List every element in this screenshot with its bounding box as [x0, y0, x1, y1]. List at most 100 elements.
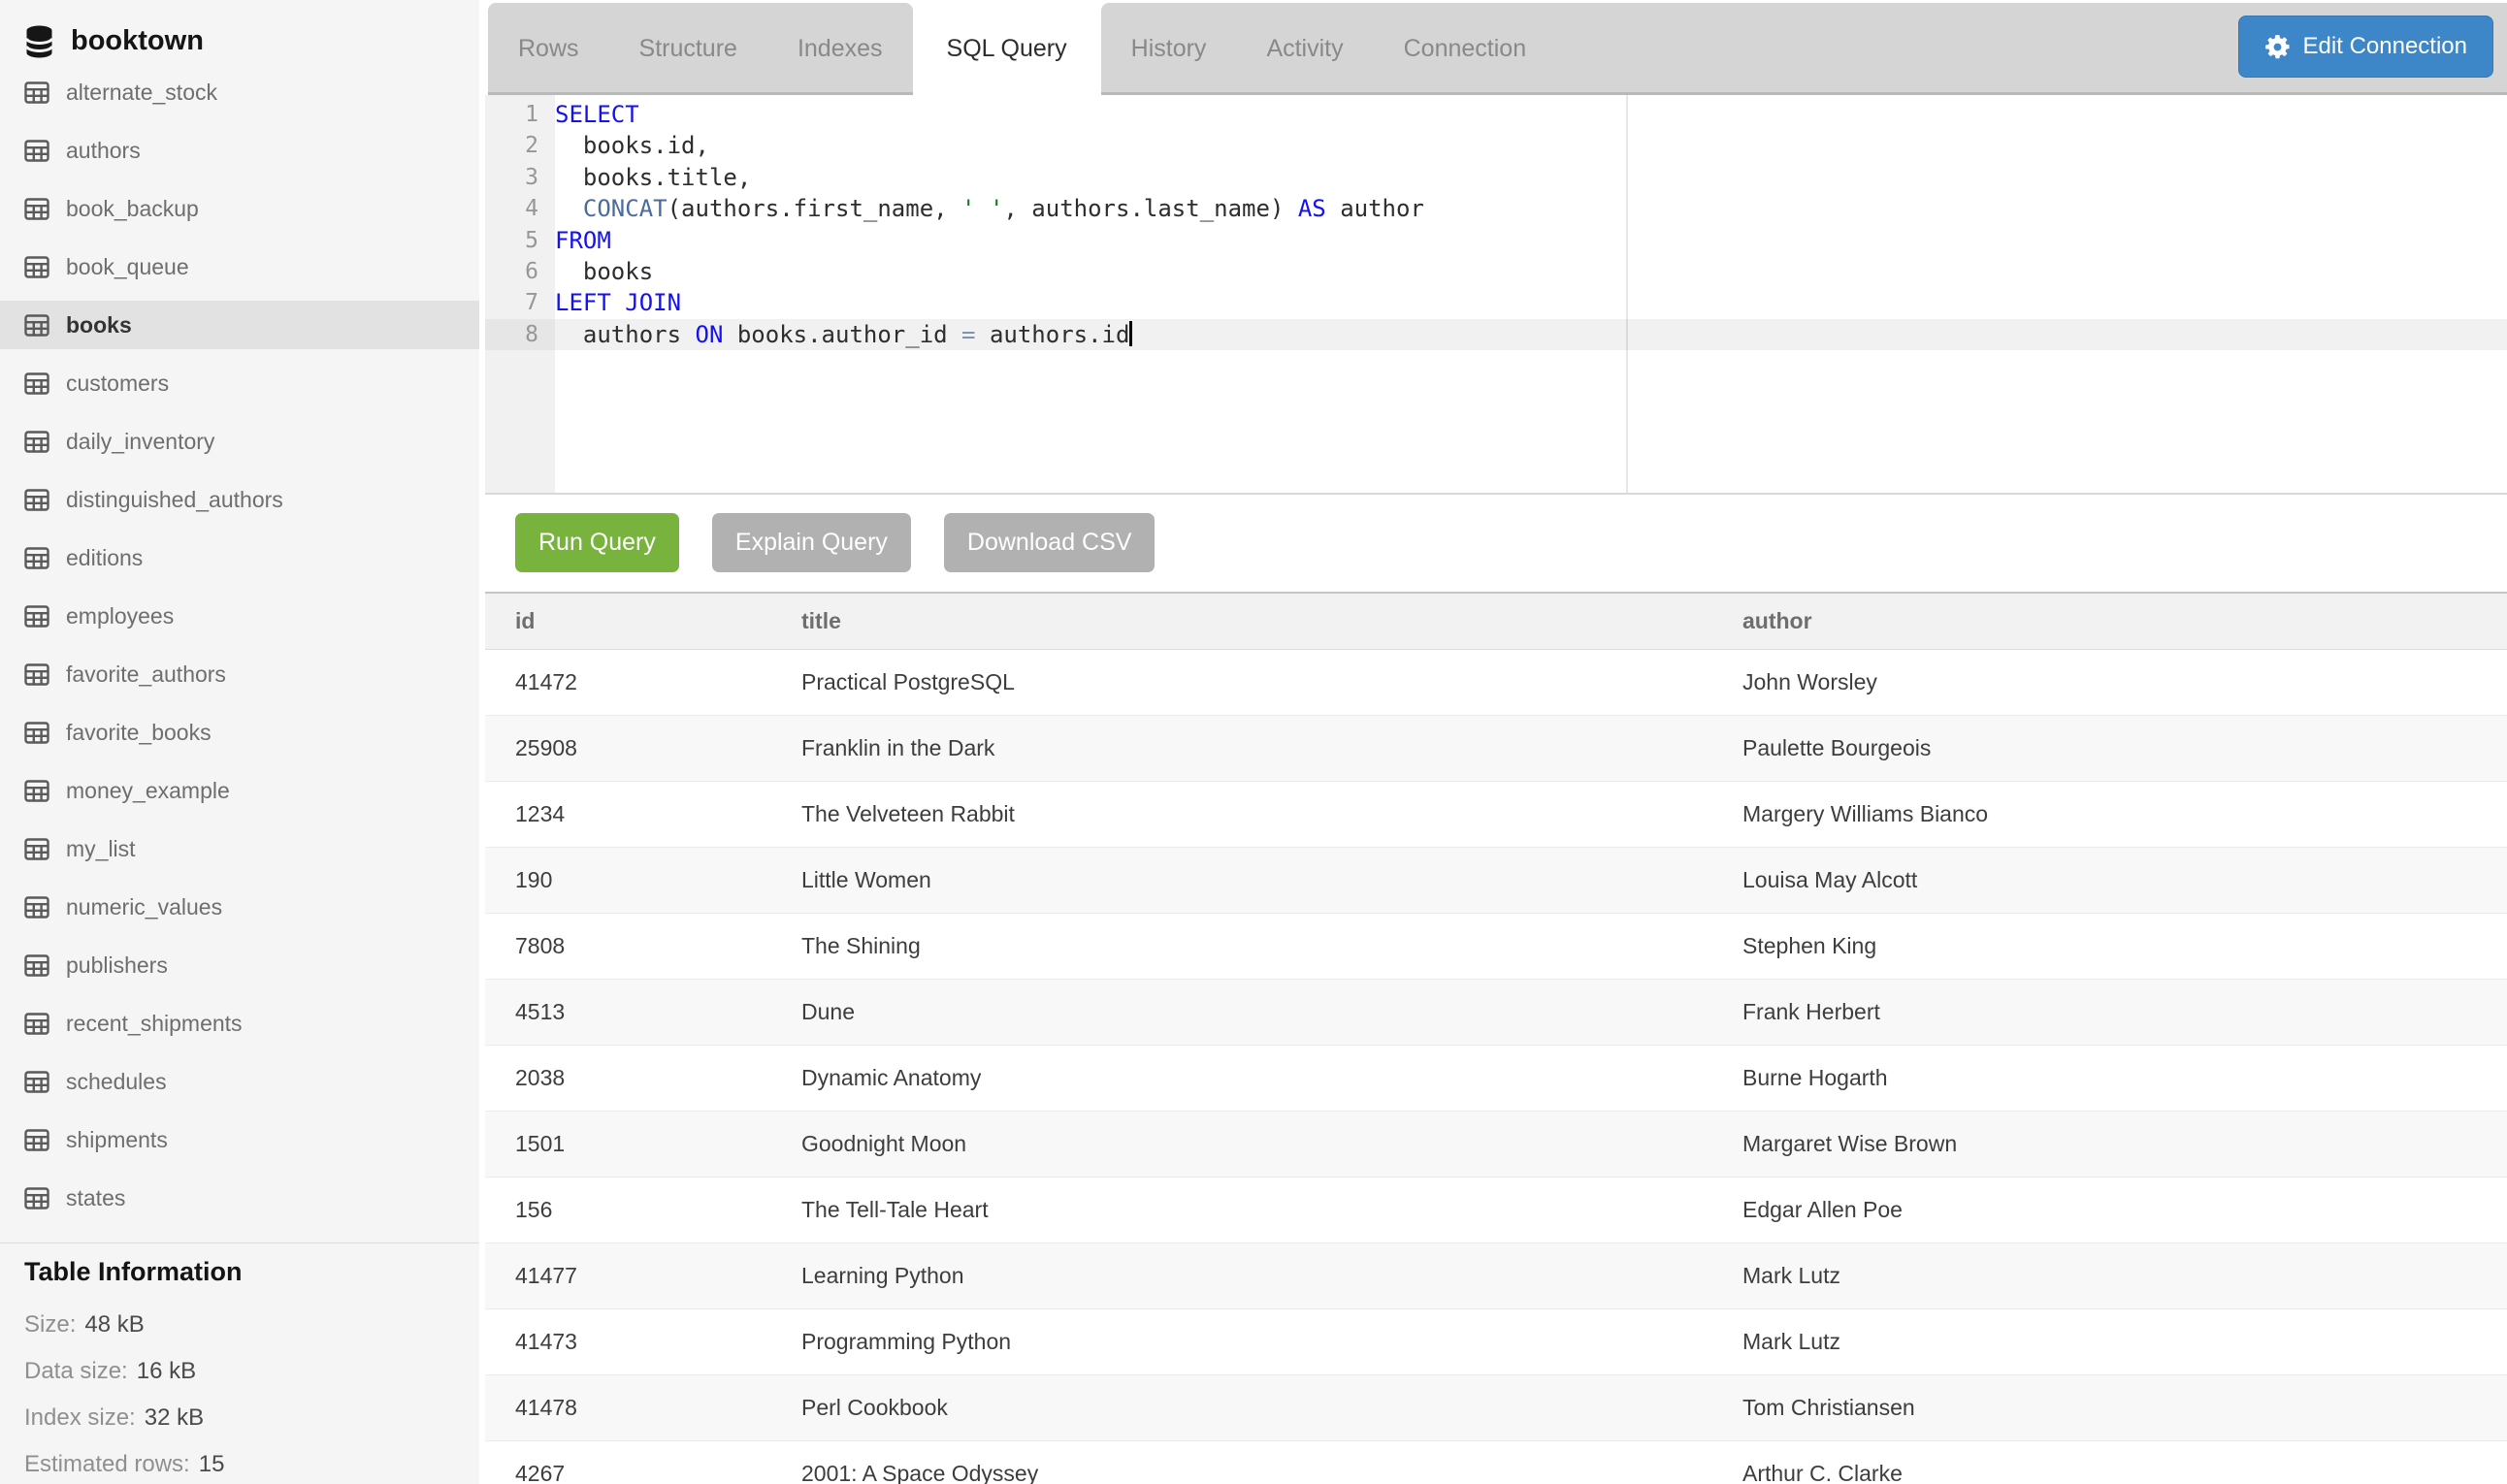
- column-header-title[interactable]: title: [771, 608, 1712, 634]
- cell-title: Practical PostgreSQL: [771, 669, 1712, 695]
- editor-line-3[interactable]: 3 books.title,: [555, 162, 2507, 193]
- table-label: money_example: [66, 778, 230, 804]
- results-header-row: idtitleauthor: [485, 592, 2507, 650]
- info-row: Size:48 kB: [0, 1302, 479, 1348]
- results-body: 41472Practical PostgreSQLJohn Worsley259…: [485, 650, 2507, 1484]
- sidebar-item-book_queue[interactable]: book_queue: [0, 238, 479, 296]
- table-label: distinguished_authors: [66, 487, 283, 513]
- table-row[interactable]: 2038Dynamic AnatomyBurne Hogarth: [485, 1046, 2507, 1112]
- cell-title: Dynamic Anatomy: [771, 1065, 1712, 1091]
- table-row[interactable]: 41478Perl CookbookTom Christiansen: [485, 1375, 2507, 1441]
- table-label: books: [66, 312, 132, 339]
- tab-activity[interactable]: Activity: [1236, 3, 1373, 95]
- sidebar-item-favorite_authors[interactable]: favorite_authors: [0, 645, 479, 703]
- table-row[interactable]: 41477Learning PythonMark Lutz: [485, 1243, 2507, 1309]
- tab-sql-query[interactable]: SQL Query: [913, 3, 1101, 95]
- table-label: editions: [66, 545, 143, 571]
- download-csv-button[interactable]: Download CSV: [944, 513, 1156, 572]
- cell-title: Little Women: [771, 867, 1712, 893]
- table-label: shipments: [66, 1127, 168, 1153]
- sidebar-item-book_backup[interactable]: book_backup: [0, 179, 479, 238]
- cell-title: 2001: A Space Odyssey: [771, 1461, 1712, 1484]
- table-label: publishers: [66, 952, 168, 979]
- editor-line-7[interactable]: 7LEFT JOIN: [555, 287, 2507, 318]
- sidebar-item-books[interactable]: books: [0, 296, 479, 354]
- sidebar-item-recent_shipments[interactable]: recent_shipments: [0, 994, 479, 1052]
- info-label: Size:: [24, 1311, 76, 1339]
- editor-line-4[interactable]: 4 CONCAT(authors.first_name, ' ', author…: [555, 193, 2507, 224]
- sidebar-item-money_example[interactable]: money_example: [0, 761, 479, 820]
- table-row[interactable]: 1234The Velveteen RabbitMargery Williams…: [485, 782, 2507, 848]
- line-number: 3: [485, 162, 555, 193]
- table-row[interactable]: 190Little WomenLouisa May Alcott: [485, 848, 2507, 914]
- table-row[interactable]: 7808The ShiningStephen King: [485, 914, 2507, 980]
- main-content: RowsStructureIndexes SQL Query HistoryAc…: [485, 0, 2507, 1484]
- sidebar-item-publishers[interactable]: publishers: [0, 936, 479, 994]
- cell-author: Paulette Bourgeois: [1712, 735, 2507, 761]
- info-label: Data size:: [24, 1358, 128, 1385]
- tab-indexes[interactable]: Indexes: [767, 3, 913, 95]
- tab-rows[interactable]: Rows: [488, 3, 609, 95]
- explain-query-button[interactable]: Explain Query: [712, 513, 911, 572]
- sidebar-item-distinguished_authors[interactable]: distinguished_authors: [0, 470, 479, 529]
- table-label: favorite_authors: [66, 661, 226, 688]
- sidebar-item-customers[interactable]: customers: [0, 354, 479, 412]
- cell-title: The Velveteen Rabbit: [771, 801, 1712, 827]
- cell-id: 41472: [485, 669, 771, 695]
- column-header-author[interactable]: author: [1712, 608, 2507, 634]
- tab-group-left: RowsStructureIndexes: [488, 3, 913, 95]
- cell-id: 190: [485, 867, 771, 893]
- table-icon: [24, 489, 49, 511]
- sidebar-item-numeric_values[interactable]: numeric_values: [0, 878, 479, 936]
- table-row[interactable]: 156The Tell-Tale HeartEdgar Allen Poe: [485, 1178, 2507, 1243]
- sidebar-item-my_list[interactable]: my_list: [0, 820, 479, 878]
- sidebar-item-authors[interactable]: authors: [0, 121, 479, 179]
- sidebar-item-shipments[interactable]: shipments: [0, 1111, 479, 1169]
- database-header[interactable]: booktown: [0, 0, 479, 63]
- table-row[interactable]: 4513DuneFrank Herbert: [485, 980, 2507, 1046]
- run-query-button[interactable]: Run Query: [515, 513, 679, 572]
- editor-line-6[interactable]: 6 books: [555, 256, 2507, 287]
- table-list: alternate_stockauthorsbook_backupbook_qu…: [0, 63, 479, 1227]
- editor-line-8[interactable]: 8 authors ON books.author_id = authors.i…: [555, 319, 2507, 350]
- info-value: 16 kB: [137, 1358, 196, 1385]
- table-row[interactable]: 42672001: A Space OdysseyArthur C. Clark…: [485, 1441, 2507, 1484]
- editor-line-1[interactable]: 1SELECT: [555, 99, 2507, 130]
- table-icon: [24, 722, 49, 744]
- sidebar-item-editions[interactable]: editions: [0, 529, 479, 587]
- table-row[interactable]: 41473Programming PythonMark Lutz: [485, 1309, 2507, 1375]
- table-icon: [24, 1071, 49, 1093]
- cell-author: Margaret Wise Brown: [1712, 1131, 2507, 1157]
- table-icon: [24, 198, 49, 220]
- tab-structure[interactable]: Structure: [609, 3, 767, 95]
- sidebar-item-alternate_stock[interactable]: alternate_stock: [0, 63, 479, 121]
- cell-id: 4267: [485, 1461, 771, 1484]
- sidebar-item-schedules[interactable]: schedules: [0, 1052, 479, 1111]
- table-label: employees: [66, 603, 174, 629]
- query-actions: Run Query Explain Query Download CSV: [515, 513, 2507, 572]
- sidebar-item-employees[interactable]: employees: [0, 587, 479, 645]
- table-icon: [24, 896, 49, 919]
- table-row[interactable]: 1501Goodnight MoonMargaret Wise Brown: [485, 1112, 2507, 1178]
- sidebar-item-states[interactable]: states: [0, 1169, 479, 1227]
- table-icon: [24, 663, 49, 686]
- sidebar-item-favorite_books[interactable]: favorite_books: [0, 703, 479, 761]
- cell-author: Tom Christiansen: [1712, 1395, 2507, 1421]
- sidebar-item-daily_inventory[interactable]: daily_inventory: [0, 412, 479, 470]
- tab-connection[interactable]: Connection: [1374, 3, 1556, 95]
- table-row[interactable]: 25908Franklin in the DarkPaulette Bourge…: [485, 716, 2507, 782]
- editor-line-2[interactable]: 2 books.id,: [555, 130, 2507, 161]
- table-icon: [24, 605, 49, 628]
- edit-connection-button[interactable]: Edit Connection: [2238, 16, 2493, 78]
- table-label: recent_shipments: [66, 1011, 243, 1037]
- cell-author: Margery Williams Bianco: [1712, 801, 2507, 827]
- tab-history[interactable]: History: [1101, 3, 1237, 95]
- column-header-id[interactable]: id: [485, 608, 771, 634]
- table-icon: [24, 1187, 49, 1210]
- cell-title: Learning Python: [771, 1263, 1712, 1289]
- table-row[interactable]: 41472Practical PostgreSQLJohn Worsley: [485, 650, 2507, 716]
- editor-line-5[interactable]: 5FROM: [555, 225, 2507, 256]
- line-number: 1: [485, 99, 555, 130]
- sql-editor[interactable]: 1SELECT2 books.id,3 books.title,4 CONCAT…: [485, 95, 2507, 495]
- table-label: daily_inventory: [66, 429, 214, 455]
